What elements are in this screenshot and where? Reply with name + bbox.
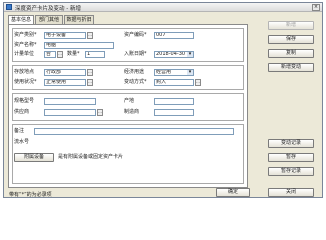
unit-label: 计量单位 (14, 51, 35, 57)
supplier-input[interactable] (44, 109, 96, 116)
tab-data-depreciation[interactable]: 数据与折旧 (64, 15, 94, 24)
new-change-button[interactable]: 新增变动 (268, 63, 314, 72)
status-input[interactable]: 正常使用 (44, 79, 86, 86)
required-note: 带有“*”的为必录项 (9, 192, 52, 198)
new-button[interactable]: 新增 (268, 21, 314, 30)
window-title: 深度资产卡片及变动 - 新增 (15, 6, 81, 12)
ok-button[interactable]: 确定 (216, 188, 250, 197)
origin-label: 产地 (124, 98, 135, 104)
form-panel: 资产类别* 电子设备 … 资产编码* 007 资产名称* 电脑 计量单位 台 …… (8, 24, 248, 188)
temp-record-button[interactable]: 暂存记录 (268, 167, 314, 176)
maker-input[interactable] (154, 109, 194, 116)
remark-input[interactable] (34, 128, 234, 135)
close-icon[interactable]: × (312, 4, 320, 11)
entry-date-picker[interactable]: 2018-04-30 (154, 51, 194, 58)
status-browse-button[interactable]: … (87, 79, 93, 86)
asset-code-input[interactable]: 007 (154, 32, 194, 39)
change-method-input[interactable]: 购入 (154, 79, 194, 86)
spec-label: 规格型号 (14, 98, 35, 104)
asset-name-label: 资产名称* (14, 42, 37, 48)
tab-department-other[interactable]: 部门其他 (35, 15, 63, 24)
supplier-browse-button[interactable]: … (97, 109, 103, 116)
asset-class-label: 资产类别* (14, 32, 37, 38)
maker-label: 制造商 (124, 109, 140, 115)
attachment-button[interactable]: 附属设备 (14, 153, 54, 162)
attachment-note: 是有附属设备或固定资产卡片 (58, 154, 124, 160)
title-bar: 深度资产卡片及变动 - 新增 × (4, 3, 322, 12)
storage-label: 存放地点 (14, 69, 35, 75)
unit-browse-button[interactable]: … (57, 51, 63, 58)
storage-input[interactable]: 行政部 (44, 69, 86, 76)
quantity-input[interactable]: 1 (85, 51, 105, 58)
asset-name-input[interactable]: 电脑 (44, 42, 114, 49)
asset-card-window: 深度资产卡片及变动 - 新增 × 基本信息 部门其他 数据与折旧 资产类别* 电… (3, 2, 323, 198)
acquisition-method-label: 经济用途 (124, 69, 145, 75)
acquisition-method-select[interactable]: 经营用 (154, 69, 194, 76)
change-record-button[interactable]: 变动记录 (268, 139, 314, 148)
temp-save-button[interactable]: 暂存 (268, 153, 314, 162)
origin-input[interactable] (154, 98, 194, 105)
asset-class-input[interactable]: 电子设备 (44, 32, 86, 39)
asset-class-browse-button[interactable]: … (87, 32, 93, 39)
unit-input[interactable]: 台 (44, 51, 56, 58)
entry-date-label: 入账日期* (124, 51, 147, 57)
change-method-label: 变动方式* (124, 79, 147, 85)
storage-browse-button[interactable]: … (87, 69, 93, 76)
app-icon (6, 4, 12, 10)
asset-code-label: 资产编码* (124, 32, 147, 38)
save-button[interactable]: 保存 (268, 35, 314, 44)
status-label: 使用状况* (14, 79, 37, 85)
spec-input[interactable] (44, 98, 96, 105)
close-button[interactable]: 关闭 (268, 188, 314, 197)
copy-button[interactable]: 复制 (268, 49, 314, 58)
change-method-browse-button[interactable]: … (195, 79, 201, 86)
quantity-label: 数量* (67, 51, 80, 57)
remark-label: 备注 (14, 128, 25, 134)
serial-label: 流水号 (14, 139, 30, 145)
supplier-label: 供应商 (14, 109, 30, 115)
